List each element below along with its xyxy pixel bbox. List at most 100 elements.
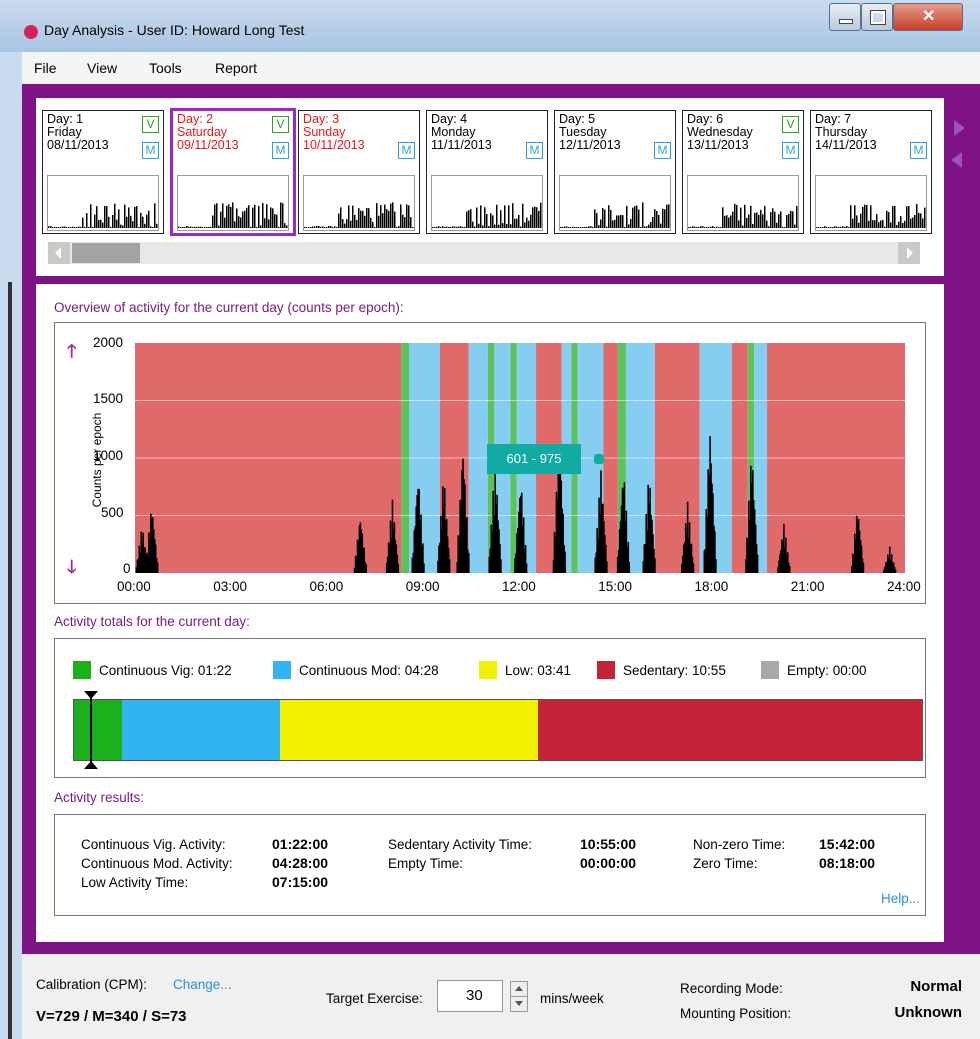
day-date: 10/11/2013 (303, 138, 365, 152)
thumbnail-bar (858, 222, 860, 228)
thumbnail-bar (718, 227, 720, 228)
thumbnail-bar (630, 218, 632, 228)
target-value: 30 (466, 987, 483, 1004)
thumbnail-bar (598, 225, 600, 228)
thumbnail-bar (578, 227, 580, 228)
change-calibration-link[interactable]: Change... (173, 977, 232, 992)
thumbnail-bar (482, 225, 484, 228)
close-button[interactable]: ✕ (893, 3, 963, 31)
thumbnail-bar (76, 227, 78, 228)
thumbnail-bar (836, 226, 838, 228)
thumbnail-bar (404, 217, 406, 228)
menu-file[interactable]: File (34, 60, 57, 76)
thumbnail-bar (496, 204, 498, 228)
result-value: 15:42:00 (819, 836, 876, 852)
day-scrollbar[interactable] (48, 242, 920, 264)
thumbnail-bar (454, 226, 456, 228)
thumbnail-bar (338, 213, 340, 228)
thumbnail-bar (846, 226, 848, 228)
result-value: 00:00:00 (580, 855, 637, 871)
thumbnail-bar (188, 226, 190, 228)
day-strip: Day: 1 Friday 08/11/2013 V M Day: 2 Saturday 09… (36, 98, 965, 276)
thumbnail-bar (866, 204, 868, 228)
thumbnail-bar (60, 227, 62, 228)
count-bar (525, 563, 528, 573)
thumbnail-bar (242, 211, 244, 228)
day-card[interactable]: Day: 5 Tuesday 12/11/2013 M (554, 110, 676, 234)
day-card[interactable]: Day: 3 Sunday 10/11/2013 M (298, 110, 420, 234)
result-value: 04:28:00 (272, 855, 329, 871)
thumbnail-bar (386, 209, 388, 228)
thumbnail-bar (868, 220, 870, 228)
day-number: Day: 6 (687, 112, 724, 126)
thumbnail-bar (706, 226, 708, 228)
day-thumbnail-chart (177, 175, 289, 231)
thumbnail-bar (112, 214, 114, 228)
m-badge: M (142, 142, 159, 159)
scroll-left-button[interactable] (48, 242, 70, 264)
day-text: Day: 2 Saturday 09/11/2013 (177, 113, 239, 152)
day-thumbnail-chart (687, 175, 799, 231)
thumbnail-bar (80, 226, 82, 228)
menu-report[interactable]: Report (215, 60, 257, 76)
thumbnail-bar (114, 203, 116, 228)
spin-down-button[interactable] (510, 996, 528, 1012)
thumbnail-bar (748, 214, 750, 228)
thumbnail-bar (84, 227, 86, 228)
range-handle[interactable] (594, 454, 604, 464)
day-card[interactable]: Day: 2 Saturday 09/11/2013 V M (170, 108, 296, 236)
thumbnail-bar (328, 226, 330, 228)
arrow-up-icon[interactable]: 🡑 (67, 339, 76, 369)
menu-view[interactable]: View (87, 60, 117, 76)
y-tick: 1000 (93, 448, 124, 463)
legend-item: Continuous Mod: 04:28 (273, 661, 439, 679)
thumbnail-bar (830, 226, 832, 228)
day-card[interactable]: Day: 7 Thursday 14/11/2013 M (810, 110, 932, 234)
next-day-icon[interactable] (954, 120, 965, 136)
thumbnail-bar (516, 218, 518, 228)
day-card[interactable]: Day: 4 Monday 11/11/2013 M (426, 110, 548, 234)
x-tick: 12:00 (502, 579, 536, 594)
window-frame-edge (8, 282, 12, 1039)
maximize-button[interactable] (861, 3, 893, 31)
thumbnail-bar (842, 226, 844, 228)
scroll-right-button[interactable] (898, 242, 920, 264)
thumbnail-bar (126, 216, 128, 228)
thumbnail-bar (82, 217, 84, 228)
count-bar (654, 558, 656, 573)
thumbnail-bar (604, 209, 606, 228)
legend-item: Low: 03:41 (479, 661, 571, 679)
thumbnail-bar (618, 215, 620, 228)
scroll-thumb[interactable] (72, 243, 140, 263)
thumbnail-bar (520, 226, 522, 228)
menu-tools[interactable]: Tools (149, 60, 182, 76)
result-label: Empty Time: (388, 856, 464, 871)
target-exercise-input[interactable]: 30 (437, 980, 503, 1012)
help-link[interactable]: Help... (881, 891, 920, 906)
thumbnail-bar (434, 227, 436, 228)
thumbnail-bar (644, 226, 646, 228)
spin-up-button[interactable] (510, 981, 528, 997)
arrow-down-icon[interactable]: 🡓 (67, 555, 76, 585)
thumbnail-bar (362, 210, 364, 228)
day-date: 11/11/2013 (431, 138, 492, 152)
thumbnail-bar (636, 205, 638, 228)
thumbnail-bar (772, 208, 774, 228)
content-panel: Overview of activity for the current day… (36, 284, 944, 942)
day-weekday: Wednesday (687, 125, 753, 139)
thumbnail-bar (528, 220, 530, 228)
thumbnail-bar (180, 227, 182, 228)
thumbnail-bar (752, 223, 754, 228)
y-tick: 500 (101, 505, 124, 520)
minimize-button[interactable] (829, 3, 861, 31)
thumbnail-bar (646, 226, 648, 228)
count-bar (500, 559, 502, 573)
thumbnail-bar (78, 226, 80, 228)
time-marker[interactable] (90, 693, 92, 765)
day-card[interactable]: Day: 6 Wednesday 13/11/2013 V M (682, 110, 804, 234)
day-card[interactable]: Day: 1 Friday 08/11/2013 V M (42, 110, 164, 234)
legend-swatch (597, 661, 615, 679)
thumbnail-bar (702, 226, 704, 228)
prev-day-icon[interactable] (951, 152, 962, 168)
thumbnail-bar (860, 213, 862, 228)
